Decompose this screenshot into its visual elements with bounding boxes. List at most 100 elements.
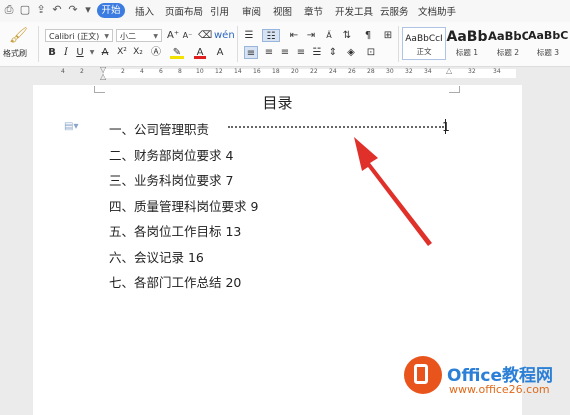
show-marks-icon[interactable]: ¶	[361, 29, 375, 42]
tab-insert[interactable]: 插入	[135, 4, 154, 18]
ruler-number: 28	[367, 68, 375, 75]
align-center-icon[interactable]: ≡	[262, 46, 276, 59]
shading-icon[interactable]: ◈	[344, 46, 358, 59]
font-name-select[interactable]: Calibri (正文) ▼	[45, 29, 113, 42]
logo-glyph	[414, 364, 428, 384]
ruler-number: 6	[159, 68, 163, 75]
line-spacing-icon[interactable]: ⇕	[326, 46, 340, 59]
grow-font-icon[interactable]: A⁺	[167, 29, 179, 42]
ruler-number: 2	[121, 68, 125, 75]
outdent-icon[interactable]: ⇤	[287, 29, 301, 42]
style-caption: 标题 2	[496, 48, 520, 57]
arrow-shape	[354, 137, 432, 246]
toc-entry[interactable]: 一、公司管理职责	[109, 119, 209, 138]
customize-chevron-icon[interactable]: ▾	[81, 3, 95, 17]
divider	[237, 26, 238, 62]
print-preview-icon[interactable]: ▢	[18, 3, 32, 17]
right-indent-marker-icon[interactable]: △	[446, 66, 454, 80]
ruler-number: 18	[272, 68, 280, 75]
bullets-icon[interactable]: ☰	[242, 29, 256, 42]
ruler-number: 30	[386, 68, 394, 75]
tab-review[interactable]: 审阅	[242, 4, 261, 18]
table-icon[interactable]: ⊞	[381, 29, 395, 42]
font-size-value: 小二	[120, 32, 136, 41]
style-normal[interactable]: AaBbCcI 正文	[402, 27, 446, 60]
tab-references[interactable]: 引用	[210, 4, 229, 18]
ruler-number: 16	[253, 68, 261, 75]
font-name-value: Calibri (正文)	[49, 32, 100, 41]
style-sample: AaBbC	[528, 29, 568, 42]
style-heading-3[interactable]: AaBbC 标题 3	[528, 27, 568, 60]
highlight-icon[interactable]: ✎	[170, 46, 184, 59]
ruler-number: 34	[493, 68, 501, 75]
divider	[398, 26, 399, 62]
ruler-number: 22	[310, 68, 318, 75]
export-icon[interactable]: ⇪	[34, 3, 48, 17]
sort-icon[interactable]: ⇅	[340, 29, 354, 42]
style-heading-2[interactable]: AaBbC 标题 2	[488, 27, 528, 60]
ruler-number: 14	[234, 68, 242, 75]
distribute-icon[interactable]: ☱	[310, 46, 324, 59]
ruler-number: 26	[348, 68, 356, 75]
shrink-font-icon[interactable]: A⁻	[182, 29, 193, 42]
paragraph-handle-icon[interactable]: ▤▾	[64, 121, 78, 132]
ruler-number: 4	[61, 68, 65, 75]
divider	[38, 26, 39, 62]
borders-icon[interactable]: ⊡	[364, 46, 378, 59]
print-icon[interactable]: ⎙	[2, 3, 16, 17]
ruler-number: 20	[291, 68, 299, 75]
strikethrough-icon[interactable]: A	[100, 46, 110, 59]
ruler-number: 32	[405, 68, 413, 75]
align-right-icon[interactable]: ≡	[278, 46, 292, 59]
undo-icon[interactable]: ↶	[50, 3, 64, 17]
char-shading-icon[interactable]: A	[214, 46, 226, 59]
subscript-icon[interactable]: X₂	[132, 46, 144, 59]
toc-entry[interactable]: 三、业务科岗位要求 7	[109, 170, 233, 189]
style-caption: 标题 3	[536, 48, 560, 57]
style-caption: 标题 1	[455, 48, 479, 57]
font-color-icon[interactable]: A	[194, 46, 206, 59]
phonetic-guide-icon[interactable]: wén	[214, 29, 235, 42]
numbering-icon[interactable]: ☷	[262, 29, 280, 42]
toc-entry[interactable]: 六、会议记录 16	[109, 247, 204, 266]
tab-developer[interactable]: 开发工具	[335, 4, 373, 18]
chinese-layout-icon[interactable]: A̋	[322, 29, 336, 42]
chevron-down-icon[interactable]: ▼	[88, 46, 96, 59]
annotation-arrow	[354, 137, 432, 246]
font-size-select[interactable]: 小二 ▼	[116, 29, 162, 42]
toc-entry[interactable]: 四、质量管理科岗位要求 9	[109, 196, 258, 215]
ruler-number: 2	[80, 68, 84, 75]
toc-entry[interactable]: 二、财务部岗位要求 4	[109, 145, 233, 164]
superscript-icon[interactable]: X²	[116, 46, 128, 59]
chevron-down-icon: ▼	[153, 33, 158, 40]
underline-icon[interactable]: U	[75, 46, 85, 59]
ruler-number: 8	[178, 68, 182, 75]
justify-icon[interactable]: ≡	[294, 46, 308, 59]
format-painter-label[interactable]: 格式刷	[3, 48, 27, 59]
style-caption: 正文	[416, 47, 432, 56]
format-painter-icon[interactable]: 🖌	[9, 26, 28, 44]
text-effect-icon[interactable]: Ⓐ	[150, 46, 162, 59]
redo-icon[interactable]: ↷	[66, 3, 80, 17]
toc-entry[interactable]: 七、各部门工作总结 20	[109, 272, 241, 291]
ruler-number: 12	[215, 68, 223, 75]
toc-entry[interactable]: 五、各岗位工作目标 13	[109, 221, 241, 240]
tab-chapter[interactable]: 章节	[304, 4, 323, 18]
tab-cloud[interactable]: 云服务	[380, 4, 409, 18]
watermark-url: www.office26.com	[449, 383, 550, 396]
document-title: 目录	[262, 94, 293, 112]
tab-home[interactable]: 开始	[97, 3, 125, 18]
indent-marker-icon[interactable]: ▽ △	[100, 66, 108, 81]
align-left-icon[interactable]: ≡	[244, 46, 258, 59]
tab-doc-assistant[interactable]: 文档助手	[418, 4, 456, 18]
ruler-number: 10	[196, 68, 204, 75]
tab-page-layout[interactable]: 页面布局	[165, 4, 203, 18]
style-sample: AaBbCcI	[405, 34, 443, 44]
ruler-number: 32	[468, 68, 476, 75]
bold-icon[interactable]: B	[47, 46, 57, 59]
italic-icon[interactable]: I	[61, 46, 71, 59]
clear-format-icon[interactable]: ⌫	[198, 29, 212, 42]
indent-icon[interactable]: ⇥	[304, 29, 318, 42]
tab-view[interactable]: 视图	[273, 4, 292, 18]
style-heading-1[interactable]: AaBb 标题 1	[446, 27, 488, 60]
